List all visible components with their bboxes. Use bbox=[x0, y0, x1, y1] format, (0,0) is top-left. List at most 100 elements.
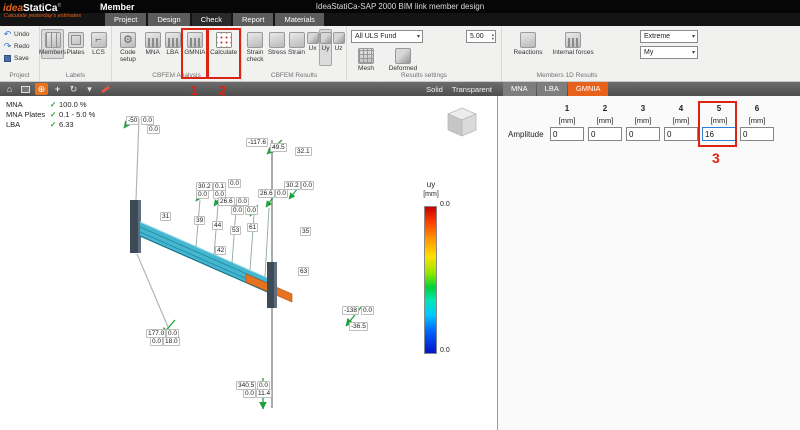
model-label: 53 bbox=[230, 226, 241, 235]
spinner-arrows-icon[interactable]: ▴▾ bbox=[492, 33, 494, 41]
component-dropdown[interactable]: My▾ bbox=[640, 46, 698, 59]
annotation-number-1: 1 bbox=[190, 83, 197, 98]
strain-check-button[interactable]: Strain check bbox=[243, 29, 267, 66]
column-header-4: 4 bbox=[662, 104, 700, 116]
redo-icon: ↷ bbox=[3, 42, 12, 51]
extreme-dropdown[interactable]: Extreme▾ bbox=[640, 30, 698, 43]
app-window: IdeaStatiCa-SAP 2000 BIM link member des… bbox=[0, 0, 800, 430]
amplitude-cell-2 bbox=[586, 127, 624, 144]
fit-screen-icon[interactable] bbox=[19, 83, 32, 95]
model-label: 61 bbox=[247, 223, 258, 232]
transparent-mode-button[interactable]: Transparent bbox=[452, 85, 492, 94]
ribbon-tab-report[interactable]: Report bbox=[233, 13, 274, 26]
load-case-value: All ULS Fund bbox=[355, 33, 396, 40]
post bbox=[232, 210, 236, 263]
strain-button[interactable]: Strain bbox=[287, 29, 306, 66]
reactions-button[interactable]: Reactions bbox=[510, 29, 546, 59]
mesh-icon bbox=[358, 48, 374, 64]
app-name: Member bbox=[100, 2, 135, 12]
undo-button[interactable]: ↶Undo bbox=[3, 30, 39, 39]
logo-reg: ® bbox=[57, 3, 61, 9]
deformed-button[interactable]: Deformed bbox=[383, 45, 423, 75]
orbit-icon[interactable]: ↻ bbox=[67, 83, 80, 95]
brush-icon bbox=[101, 85, 110, 93]
redo-button[interactable]: ↷Redo bbox=[3, 42, 39, 51]
members-icon bbox=[45, 32, 61, 48]
ux-icon bbox=[307, 32, 319, 44]
strain-check-icon bbox=[247, 32, 263, 48]
group-label-cbfem-results: CBFEM Results bbox=[242, 72, 346, 79]
monitor-icon bbox=[21, 86, 30, 93]
amplitude-input-6[interactable] bbox=[740, 127, 774, 141]
clipping-brush-icon[interactable] bbox=[99, 83, 112, 95]
amplitude-cell-3 bbox=[624, 127, 662, 144]
uz-button[interactable]: Uz bbox=[332, 29, 345, 66]
chevron-down-icon: ▾ bbox=[692, 49, 695, 56]
lba-button[interactable]: LBA bbox=[163, 29, 183, 66]
ribbon-tab-project[interactable]: Project bbox=[105, 13, 146, 26]
amplitude-cell-1 bbox=[548, 127, 586, 144]
home-view-icon[interactable]: ⌂ bbox=[3, 83, 16, 95]
annotation-box-2 bbox=[207, 28, 241, 79]
save-button[interactable]: Save bbox=[3, 54, 39, 63]
amplitude-input-2[interactable] bbox=[588, 127, 622, 141]
pan-icon[interactable]: + bbox=[51, 83, 64, 95]
column-header-3: 3 bbox=[624, 104, 662, 116]
ribbon-group-labels: Members Plates ⌐LCS Labels bbox=[40, 26, 112, 81]
lcs-button[interactable]: ⌐LCS bbox=[87, 29, 110, 59]
plates-label: Plates bbox=[66, 49, 84, 56]
zoom-icon[interactable]: ⊕ bbox=[35, 83, 48, 95]
model-label: -117.6 bbox=[246, 138, 268, 147]
group-label-results-settings: Results settings bbox=[347, 72, 501, 79]
column-header-1: 1 bbox=[548, 104, 586, 116]
mna-button[interactable]: MNA bbox=[143, 29, 163, 66]
uy-button[interactable]: Uy bbox=[319, 29, 332, 66]
group-label-labels: Labels bbox=[40, 72, 111, 79]
results-tab-lba[interactable]: LBA bbox=[537, 82, 567, 96]
strain-label: Strain bbox=[288, 49, 305, 56]
code-setup-label: Code setup bbox=[114, 49, 142, 63]
undo-label: Undo bbox=[14, 31, 30, 38]
stress-icon bbox=[269, 32, 285, 48]
stress-button[interactable]: Stress bbox=[267, 29, 287, 66]
strain-icon bbox=[289, 32, 305, 48]
members-button[interactable]: Members bbox=[41, 29, 64, 59]
column-unit-2: [mm] bbox=[586, 116, 624, 127]
redo-label: Redo bbox=[14, 43, 30, 50]
model-label: -138 bbox=[342, 306, 359, 315]
chevron-down-icon: ▾ bbox=[692, 33, 695, 40]
ux-button[interactable]: Ux bbox=[306, 29, 319, 66]
uz-label: Uz bbox=[335, 45, 343, 52]
viewport-3d[interactable]: MNA✓100.0 %MNA Plates✓0.1 - 5.0 %LBA✓6.3… bbox=[0, 96, 497, 430]
annotation-box-3 bbox=[698, 101, 737, 147]
amplitude-input-4[interactable] bbox=[664, 127, 698, 141]
ribbon-tab-check[interactable]: Check bbox=[192, 13, 231, 26]
lba-icon bbox=[165, 32, 181, 48]
load-case-dropdown[interactable]: All ULS Fund ▾ bbox=[351, 30, 423, 43]
mesh-button[interactable]: Mesh bbox=[351, 45, 381, 75]
plates-button[interactable]: Plates bbox=[64, 29, 87, 59]
results-panel: 123456 [mm][mm][mm][mm][mm][mm] Amplitud… bbox=[497, 96, 800, 430]
scale-spinner[interactable]: 5.00▴▾ bbox=[466, 30, 496, 43]
model-label: 0.0 bbox=[243, 389, 256, 398]
solid-mode-button[interactable]: Solid bbox=[426, 85, 443, 94]
amplitude-input-1[interactable] bbox=[550, 127, 584, 141]
ribbon-tab-design[interactable]: Design bbox=[148, 13, 189, 26]
internal-forces-button[interactable]: Internal forces bbox=[550, 29, 596, 59]
orientation-cube[interactable] bbox=[448, 108, 476, 136]
annotation-box-1 bbox=[181, 28, 208, 79]
results-tab-mna[interactable]: MNA bbox=[503, 82, 536, 96]
ribbon-group-project: ↶Undo ↷Redo Save Project bbox=[0, 26, 40, 81]
code-setup-button[interactable]: ⚙Code setup bbox=[113, 29, 143, 66]
view-options-chevron-icon[interactable]: ▾ bbox=[83, 83, 96, 95]
stress-label: Stress bbox=[268, 49, 286, 56]
results-tab-gmnia[interactable]: GMNIA bbox=[568, 82, 609, 96]
annotation-number-2: 2 bbox=[219, 83, 226, 98]
chevron-down-icon: ▾ bbox=[417, 33, 420, 40]
column-unit-4: [mm] bbox=[662, 116, 700, 127]
save-icon bbox=[4, 55, 11, 62]
ribbon-tab-materials[interactable]: Materials bbox=[275, 13, 323, 26]
amplitude-input-3[interactable] bbox=[626, 127, 660, 141]
ribbon-group-members-1d: Reactions Internal forces Extreme▾ My▾ M… bbox=[502, 26, 800, 81]
lba-label: LBA bbox=[166, 49, 178, 56]
